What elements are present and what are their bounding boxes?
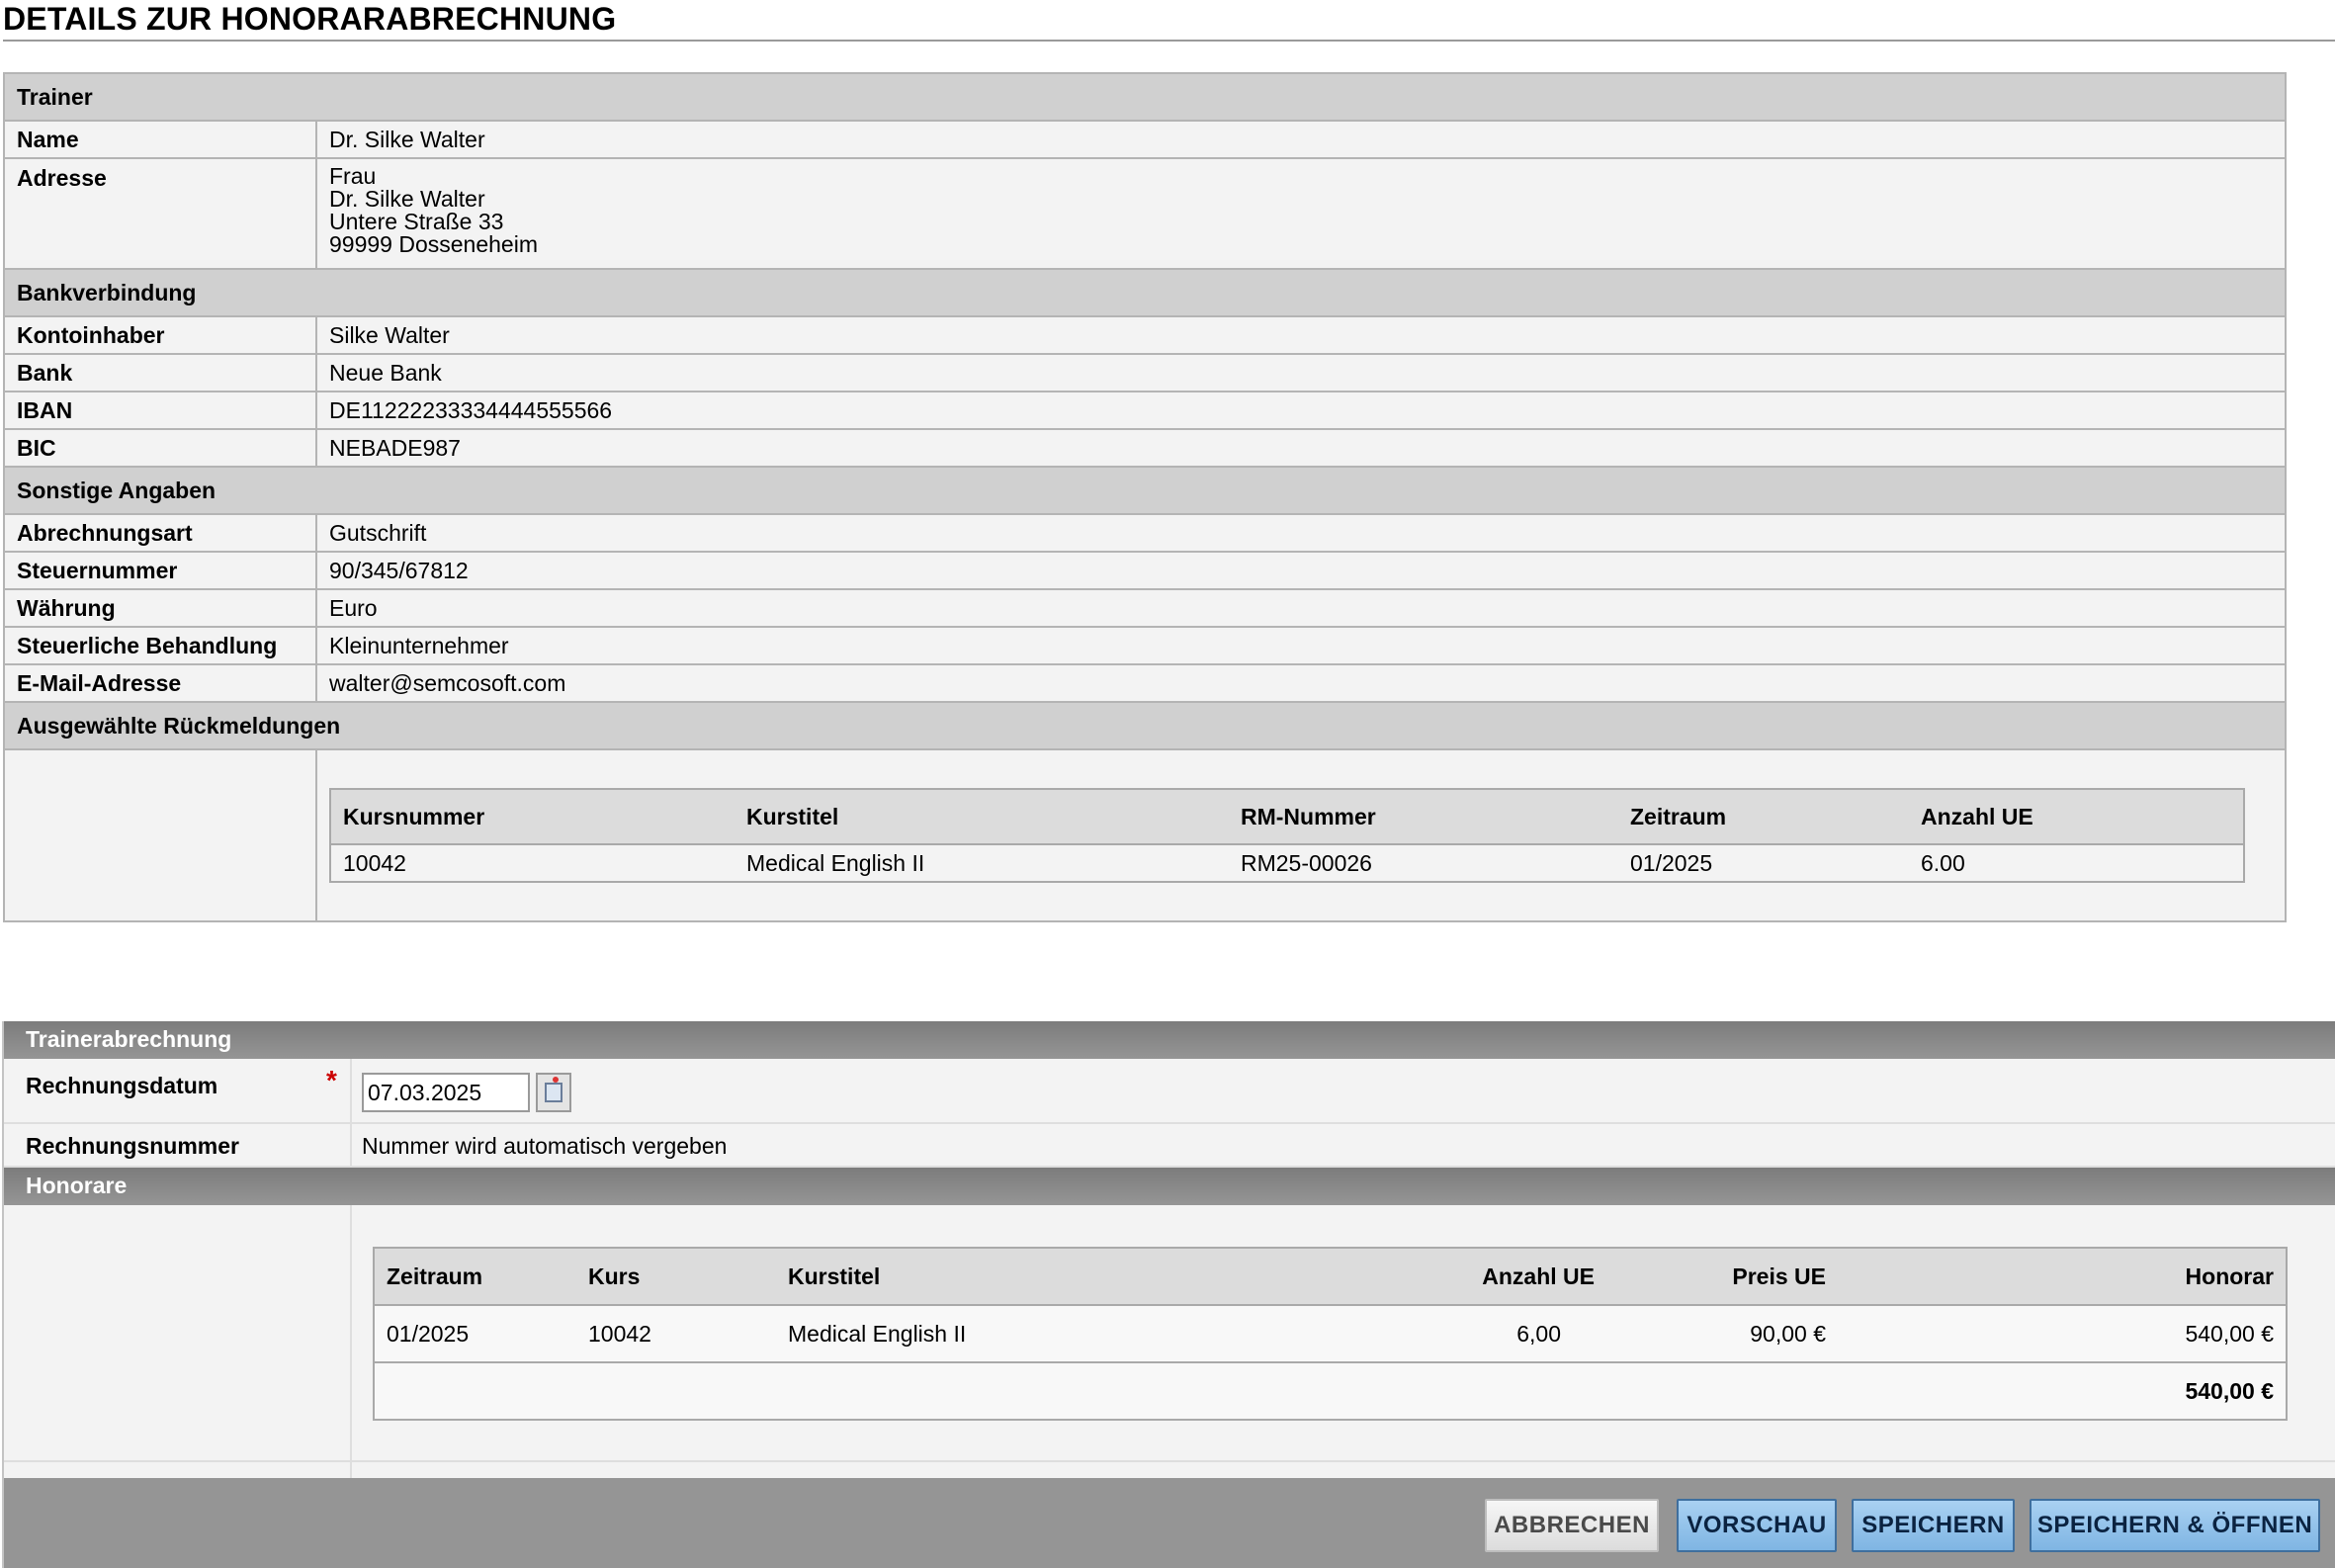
page-header: DETAILS ZUR HONORARABRECHNUNG: [3, 0, 2335, 42]
invoice-number-value: Nummer wird automatisch vergeben: [362, 1133, 728, 1159]
cell-units: 6,00: [1373, 1304, 1606, 1363]
col-unit-price: Preis UE: [1606, 1247, 1838, 1306]
cell-rm-number: RM25-00026: [1229, 843, 1618, 883]
col-course-number: Kursnummer: [329, 788, 735, 845]
account-holder-value: Silke Walter: [315, 315, 2287, 355]
address-label: Adresse: [3, 157, 317, 270]
column-divider: [350, 1059, 352, 1122]
invoice-form: Trainerabrechnung Rechnungsdatum * Rechn…: [2, 1021, 2335, 1568]
fees-total: 540,00 €: [1838, 1361, 2288, 1421]
calendar-dot: [553, 1077, 559, 1083]
cell-course-title: Medical English II: [776, 1304, 1373, 1363]
email-label: E-Mail-Adresse: [3, 663, 317, 703]
iban-label: IBAN: [3, 391, 317, 430]
address-line: Frau: [329, 163, 377, 189]
page-title: DETAILS ZUR HONORARABRECHNUNG: [3, 1, 617, 37]
invoice-date-input[interactable]: [362, 1073, 530, 1112]
required-marker: *: [326, 1065, 337, 1095]
bic-value: NEBADE987: [315, 428, 2287, 468]
col-course-title: Kurstitel: [776, 1247, 1373, 1306]
cell-units: 6.00: [1909, 843, 2245, 883]
preview-button[interactable]: VORSCHAU: [1677, 1499, 1837, 1552]
section-fees: Honorare: [4, 1168, 2335, 1205]
currency-label: Währung: [3, 588, 317, 628]
col-rm-number: RM-Nummer: [1229, 788, 1618, 845]
name-value: Dr. Silke Walter: [315, 120, 2287, 159]
section-other: Sonstige Angaben: [3, 466, 2287, 515]
col-period: Zeitraum: [373, 1247, 576, 1306]
total-spacer: [373, 1361, 1838, 1421]
feedback-table-cell: Kursnummer Kurstitel RM-Nummer Zeitraum …: [315, 748, 2287, 922]
cell-period: 01/2025: [1618, 843, 1909, 883]
col-units: Anzahl UE: [1909, 788, 2245, 845]
address-line: Dr. Silke Walter: [329, 186, 485, 212]
section-trainer: Trainer: [3, 72, 2287, 122]
table-row: 10042 Medical English II RM25-00026 01/2…: [329, 843, 2245, 883]
tax-treatment-label: Steuerliche Behandlung: [3, 626, 317, 665]
action-bar: ABBRECHEN VORSCHAU SPEICHERN SPEICHERN &…: [4, 1478, 2335, 1568]
section-invoice: Trainerabrechnung: [4, 1021, 2335, 1059]
address-line: 99999 Dosseneheim: [329, 231, 538, 257]
col-period: Zeitraum: [1618, 788, 1909, 845]
feedback-table: Kursnummer Kurstitel RM-Nummer Zeitraum …: [329, 788, 2245, 883]
total-row: 540,00 €: [373, 1361, 2288, 1421]
account-holder-label: Kontoinhaber: [3, 315, 317, 355]
iban-value: DE11222233334444555566: [315, 391, 2287, 430]
col-course-title: Kurstitel: [735, 788, 1229, 845]
cell-unit-price: 90,00 €: [1606, 1304, 1838, 1363]
address-value: Frau Dr. Silke Walter Untere Straße 33 9…: [315, 157, 2287, 270]
billing-type-value: Gutschrift: [315, 513, 2287, 553]
col-course: Kurs: [576, 1247, 776, 1306]
cell-period: 01/2025: [373, 1304, 576, 1363]
feedback-label-cell: [3, 748, 317, 922]
column-divider: [350, 1124, 352, 1166]
save-button[interactable]: SPEICHERN: [1852, 1499, 2015, 1552]
invoice-number-row: Rechnungsnummer Nummer wird automatisch …: [4, 1124, 2335, 1168]
cell-fee: 540,00 €: [1838, 1304, 2288, 1363]
calendar-icon[interactable]: [536, 1073, 571, 1112]
bank-value: Neue Bank: [315, 353, 2287, 392]
invoice-date-label: Rechnungsdatum: [26, 1073, 218, 1098]
invoice-date-row: Rechnungsdatum *: [4, 1059, 2335, 1124]
section-feedback: Ausgewählte Rückmeldungen: [3, 701, 2287, 750]
fees-table: Zeitraum Kurs Kurstitel Anzahl UE Preis …: [373, 1247, 2288, 1421]
col-fee: Honorar: [1838, 1247, 2288, 1306]
row-divider: [4, 1460, 2335, 1462]
address-line: Untere Straße 33: [329, 209, 504, 234]
currency-value: Euro: [315, 588, 2287, 628]
cell-course-number: 10042: [329, 843, 735, 883]
column-divider: [350, 1205, 352, 1492]
email-value: walter@semcosoft.com: [315, 663, 2287, 703]
cell-course: 10042: [576, 1304, 776, 1363]
bic-label: BIC: [3, 428, 317, 468]
col-units: Anzahl UE: [1373, 1247, 1606, 1306]
tax-number-label: Steuernummer: [3, 551, 317, 590]
section-bank: Bankverbindung: [3, 268, 2287, 317]
calendar-pad: [545, 1083, 562, 1102]
save-and-open-button[interactable]: SPEICHERN & ÖFFNEN: [2030, 1499, 2320, 1552]
bank-label: Bank: [3, 353, 317, 392]
table-row: 01/2025 10042 Medical English II 6,00 90…: [373, 1304, 2288, 1363]
cell-course-title: Medical English II: [735, 843, 1229, 883]
name-label: Name: [3, 120, 317, 159]
cancel-button[interactable]: ABBRECHEN: [1485, 1499, 1659, 1552]
tax-number-value: 90/345/67812: [315, 551, 2287, 590]
tax-treatment-value: Kleinunternehmer: [315, 626, 2287, 665]
invoice-number-label: Rechnungsnummer: [26, 1133, 239, 1159]
billing-type-label: Abrechnungsart: [3, 513, 317, 553]
details-table: Trainer Name Dr. Silke Walter Adresse Fr…: [3, 72, 2287, 922]
